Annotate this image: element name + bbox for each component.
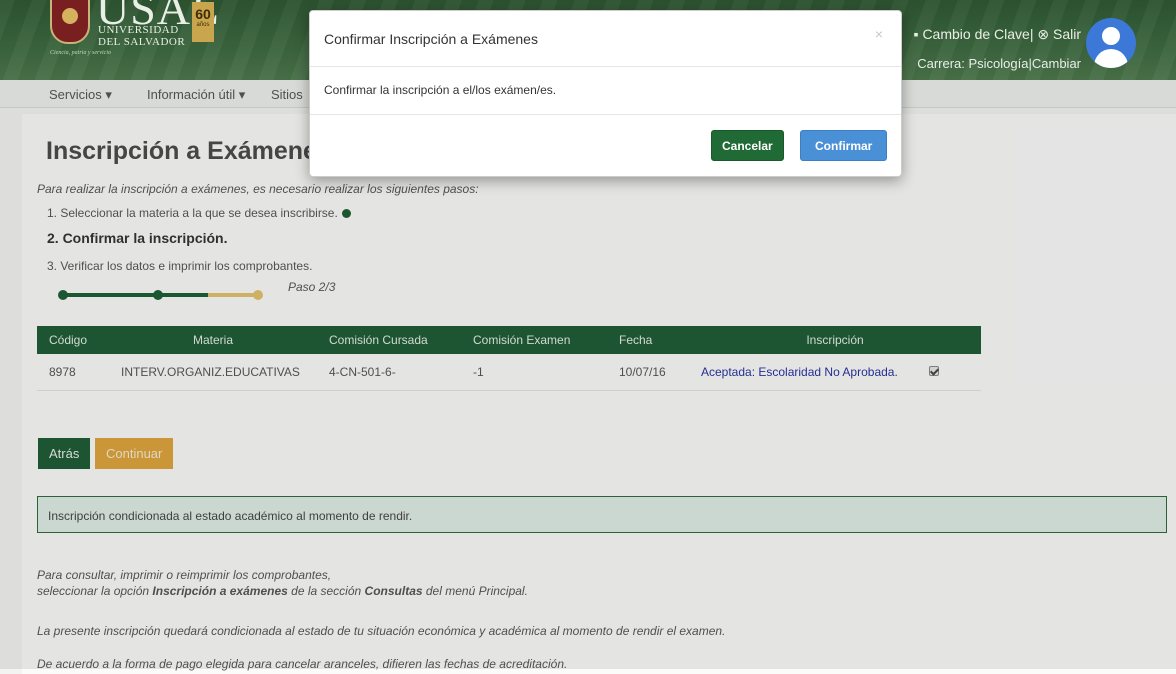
logout-icon: ⊗ [1037,26,1050,42]
anniversary-word: años [196,22,210,28]
change-career-link[interactable]: Cambiar [1032,56,1081,71]
university-crest-icon [50,0,90,44]
close-icon[interactable]: × [869,25,889,43]
separator: | [1029,26,1034,42]
career-label: Carrera: Psicología [917,56,1029,71]
user-links: ▪ Cambio de Clave| ⊗ Salir [914,26,1081,43]
career-info: Carrera: Psicología|Cambiar [917,56,1081,71]
confirm-button[interactable]: Confirmar [800,130,888,161]
change-password-link[interactable]: Cambio de Clave [922,26,1029,42]
key-icon: ▪ [913,26,919,42]
logout-link[interactable]: Salir [1053,26,1081,42]
cancel-button[interactable]: Cancelar [711,130,784,161]
anniversary-badge: 60 años [192,2,214,42]
anniversary-number: 60 [195,6,211,22]
modal-footer: Cancelar Confirmar [310,115,901,177]
modal-message: Confirmar la inscripción a el/los exámen… [324,83,557,97]
modal-body: Confirmar la inscripción a el/los exámen… [310,67,901,115]
logo-motto: Ciencia, patria y servicio [50,50,111,56]
confirm-modal: Confirmar Inscripción a Exámenes × Confi… [309,10,902,177]
modal-header: Confirmar Inscripción a Exámenes × [310,11,901,67]
modal-title: Confirmar Inscripción a Exámenes [324,31,538,47]
user-avatar-icon[interactable] [1086,18,1136,68]
logo-line-del-salvador: DEL SALVADOR [98,36,186,48]
logo-line-universidad: UNIVERSIDAD [98,24,179,36]
